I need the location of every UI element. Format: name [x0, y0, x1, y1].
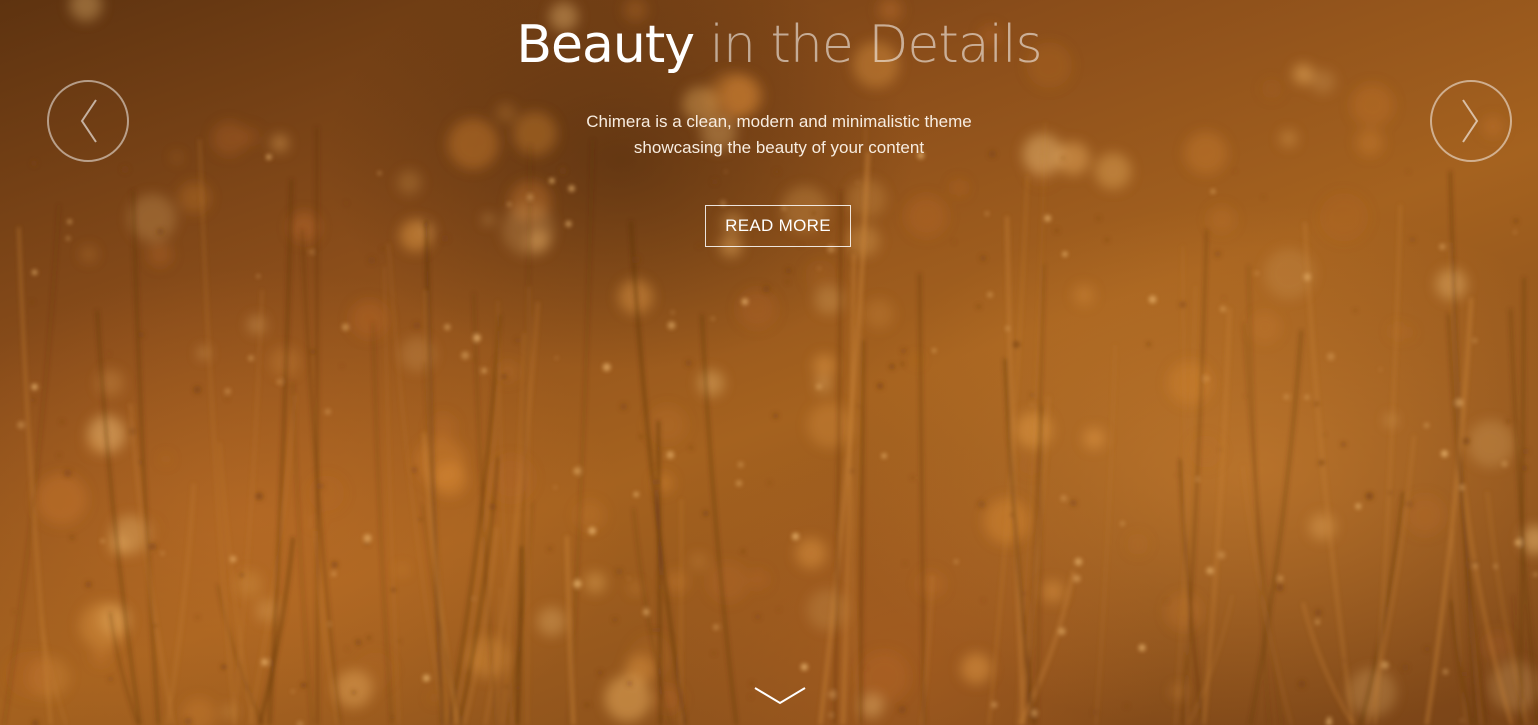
- chevron-down-icon: [754, 687, 806, 705]
- next-slide-button[interactable]: [1430, 80, 1512, 162]
- previous-slide-button[interactable]: [47, 80, 129, 162]
- hero-title-main: Beauty: [516, 15, 695, 75]
- read-more-label: READ MORE: [725, 216, 831, 235]
- hero-title: Beauty in the Details: [0, 12, 1538, 78]
- chevron-right-icon: [1462, 99, 1479, 143]
- hero-content: Beauty in the Details Chimera is a clean…: [0, 0, 1538, 725]
- hero-subtitle-line-1: Chimera is a clean, modern and minimalis…: [586, 112, 972, 131]
- hero-subtitle-line-2: showcasing the beauty of your content: [633, 138, 925, 157]
- scroll-down-button[interactable]: [753, 684, 807, 708]
- chevron-left-icon: [80, 99, 97, 143]
- read-more-button[interactable]: READ MORE: [705, 205, 851, 247]
- hero-title-light: in the Details: [709, 15, 1043, 75]
- hero-slider: Beauty in the Details Chimera is a clean…: [0, 0, 1538, 725]
- hero-subtitle: Chimera is a clean, modern and minimalis…: [540, 109, 1018, 161]
